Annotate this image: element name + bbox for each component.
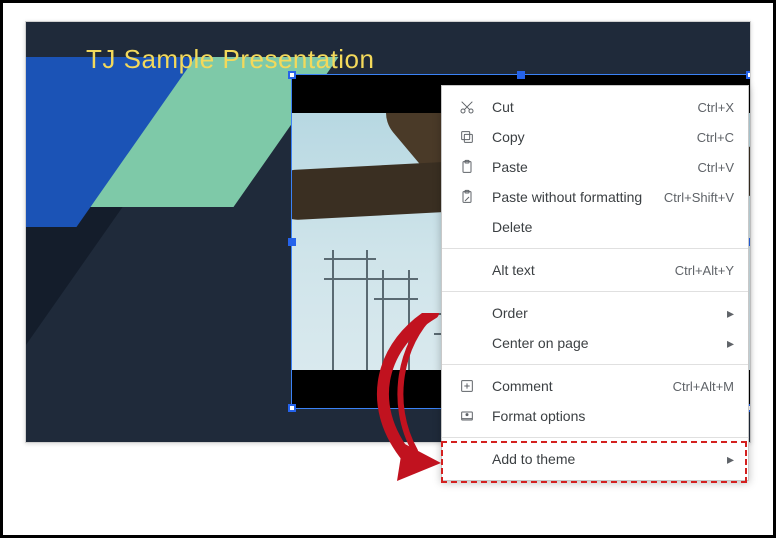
menu-item-alt-text[interactable]: Alt text Ctrl+Alt+Y bbox=[442, 255, 748, 285]
menu-separator bbox=[442, 437, 748, 438]
menu-label: Comment bbox=[492, 378, 673, 394]
menu-shortcut: Ctrl+V bbox=[698, 160, 734, 175]
menu-label: Copy bbox=[492, 129, 697, 145]
menu-item-delete[interactable]: Delete bbox=[442, 212, 748, 242]
screenshot-frame: TJ Sample Presentation bbox=[0, 0, 776, 538]
menu-item-comment[interactable]: Comment Ctrl+Alt+M bbox=[442, 371, 748, 401]
menu-label: Delete bbox=[492, 219, 734, 235]
menu-separator bbox=[442, 364, 748, 365]
menu-shortcut: Ctrl+Alt+Y bbox=[675, 263, 734, 278]
context-menu: Cut Ctrl+X Copy Ctrl+C Paste Ctrl+V Past… bbox=[441, 85, 749, 481]
resize-handle-tm[interactable] bbox=[517, 71, 525, 79]
menu-item-order[interactable]: Order ▸ bbox=[442, 298, 748, 328]
menu-item-paste[interactable]: Paste Ctrl+V bbox=[442, 152, 748, 182]
resize-handle-lm[interactable] bbox=[288, 238, 296, 246]
menu-shortcut: Ctrl+Shift+V bbox=[664, 190, 734, 205]
menu-separator bbox=[442, 248, 748, 249]
slide-title: TJ Sample Presentation bbox=[86, 44, 374, 75]
comment-icon bbox=[456, 378, 478, 394]
menu-label: Paste without formatting bbox=[492, 189, 664, 205]
submenu-arrow-icon: ▸ bbox=[727, 335, 734, 352]
menu-shortcut: Ctrl+Alt+M bbox=[673, 379, 734, 394]
menu-label: Add to theme bbox=[492, 451, 727, 467]
menu-label: Paste bbox=[492, 159, 698, 175]
menu-item-copy[interactable]: Copy Ctrl+C bbox=[442, 122, 748, 152]
copy-icon bbox=[456, 129, 478, 145]
paste-plain-icon bbox=[456, 189, 478, 205]
menu-item-paste-without-formatting[interactable]: Paste without formatting Ctrl+Shift+V bbox=[442, 182, 748, 212]
menu-item-format-options[interactable]: Format options bbox=[442, 401, 748, 431]
menu-label: Alt text bbox=[492, 262, 675, 278]
paste-icon bbox=[456, 159, 478, 175]
menu-item-add-to-theme[interactable]: Add to theme ▸ bbox=[442, 444, 748, 474]
menu-label: Format options bbox=[492, 408, 734, 424]
format-options-icon bbox=[456, 408, 478, 424]
menu-shortcut: Ctrl+C bbox=[697, 130, 734, 145]
menu-item-center-on-page[interactable]: Center on page ▸ bbox=[442, 328, 748, 358]
resize-handle-tr[interactable] bbox=[746, 71, 750, 79]
menu-label: Center on page bbox=[492, 335, 727, 351]
submenu-arrow-icon: ▸ bbox=[727, 451, 734, 468]
resize-handle-tl[interactable] bbox=[288, 71, 296, 79]
resize-handle-bl[interactable] bbox=[288, 404, 296, 412]
pylon bbox=[332, 250, 368, 370]
menu-label: Order bbox=[492, 305, 727, 321]
menu-shortcut: Ctrl+X bbox=[698, 100, 734, 115]
menu-label: Cut bbox=[492, 99, 698, 115]
menu-separator bbox=[442, 291, 748, 292]
menu-item-cut[interactable]: Cut Ctrl+X bbox=[442, 92, 748, 122]
cut-icon bbox=[456, 99, 478, 115]
submenu-arrow-icon: ▸ bbox=[727, 305, 734, 322]
pylon bbox=[382, 270, 410, 370]
